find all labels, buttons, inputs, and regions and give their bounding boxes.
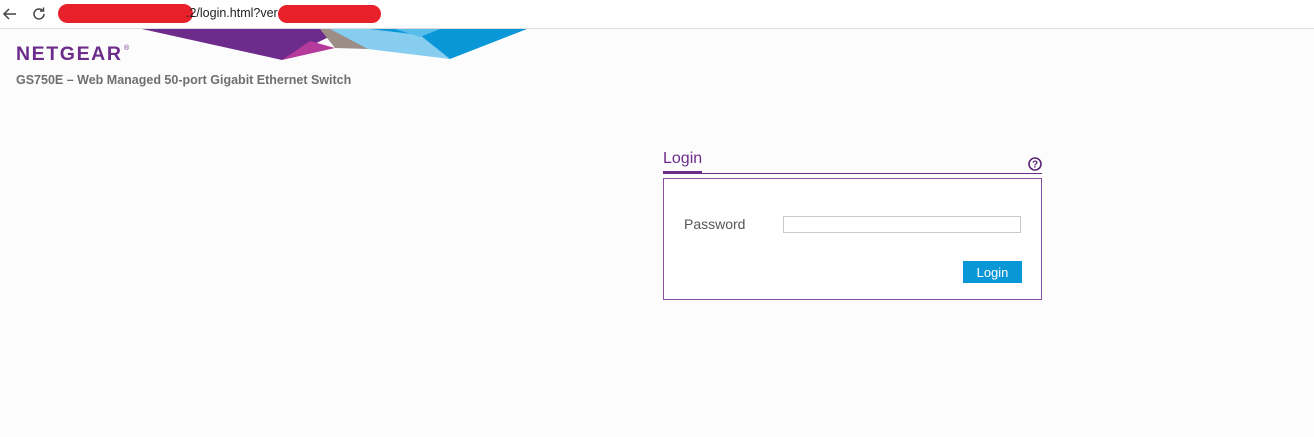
- netgear-logo: NETGEAR: [16, 43, 123, 65]
- password-label: Password: [684, 216, 746, 232]
- url-text: .2/login.html?ver: [186, 6, 278, 20]
- back-button[interactable]: [0, 4, 20, 24]
- password-field[interactable]: [783, 216, 1021, 233]
- active-tab-indicator: [663, 171, 702, 174]
- reload-button[interactable]: [29, 4, 49, 24]
- product-title: GS750E – Web Managed 50-port Gigabit Eth…: [16, 73, 352, 87]
- registered-mark: ®: [124, 45, 130, 52]
- address-bar[interactable]: .2/login.html?ver: [52, 2, 1314, 26]
- browser-toolbar: .2/login.html?ver: [0, 0, 1314, 29]
- redaction-mark: [58, 4, 193, 23]
- help-question-icon[interactable]: ?: [1028, 157, 1042, 171]
- redaction-mark: [278, 5, 381, 23]
- tab-login[interactable]: Login: [663, 150, 702, 168]
- tab-divider: [663, 173, 1042, 174]
- arrow-left-icon: [2, 8, 16, 20]
- login-button[interactable]: Login: [963, 261, 1022, 283]
- reload-icon: [33, 7, 45, 20]
- svg-text:?: ?: [1032, 160, 1038, 171]
